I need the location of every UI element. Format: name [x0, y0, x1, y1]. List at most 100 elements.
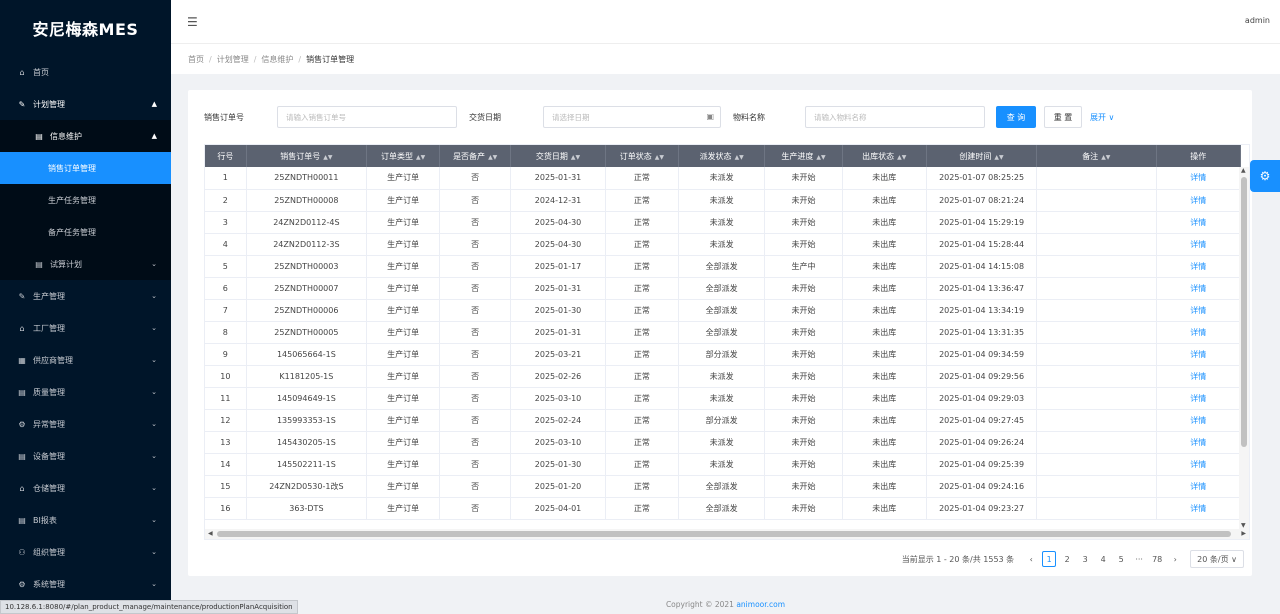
- sidebar-item-equipment[interactable]: ▤ 设备管理 ⌄: [0, 440, 171, 472]
- sidebar-item-info[interactable]: ▤ 信息维护 ▲: [0, 120, 171, 152]
- table-cell: 正常: [605, 387, 679, 410]
- detail-link[interactable]: 详情: [1156, 189, 1241, 212]
- table-cell: 未出库: [842, 211, 927, 234]
- detail-link[interactable]: 详情: [1156, 431, 1241, 454]
- sidebar-item-quality[interactable]: ▤ 质量管理 ⌄: [0, 376, 171, 408]
- table-cell: 2025-01-31: [510, 277, 606, 300]
- sidebar-item-sales-order[interactable]: 销售订单管理: [0, 152, 171, 184]
- col-dispatch-status[interactable]: 派发状态 ▲▼: [678, 145, 766, 167]
- col-order-type[interactable]: 订单类型 ▲▼: [366, 145, 441, 167]
- table-cell: 2025-02-24: [510, 409, 606, 432]
- settings-gear-icon[interactable]: ⚙: [1250, 160, 1280, 192]
- sidebar-item-factory[interactable]: ⌂ 工厂管理 ⌄: [0, 312, 171, 344]
- col-outbound-status[interactable]: 出库状态 ▲▼: [842, 145, 927, 167]
- detail-link[interactable]: 详情: [1156, 211, 1241, 234]
- sidebar-item-org[interactable]: ⚇ 组织管理 ⌄: [0, 536, 171, 568]
- sidebar-item-prep-task[interactable]: 备产任务管理: [0, 216, 171, 248]
- sidebar-item-trial-plan[interactable]: ▤ 试算计划 ⌄: [0, 248, 171, 280]
- material-input[interactable]: 请输入物料名称: [805, 106, 985, 128]
- col-is-prep[interactable]: 是否备产 ▲▼: [439, 145, 512, 167]
- reset-button[interactable]: 重 置: [1044, 106, 1082, 128]
- detail-link[interactable]: 详情: [1156, 255, 1241, 278]
- scroll-thumb[interactable]: [217, 531, 1231, 537]
- table-cell: 2025-01-30: [510, 453, 606, 476]
- detail-link[interactable]: 详情: [1156, 497, 1241, 520]
- search-button[interactable]: 查 询: [996, 106, 1036, 128]
- page-1[interactable]: 1: [1042, 551, 1057, 567]
- table-cell: 全部派发: [678, 299, 766, 322]
- detail-link[interactable]: 详情: [1156, 299, 1241, 322]
- breadcrumb-plan[interactable]: 计划管理: [217, 54, 249, 65]
- chevron-down-icon: ⌄: [151, 324, 157, 332]
- detail-link[interactable]: 详情: [1156, 167, 1241, 190]
- table-cell: 16: [205, 497, 247, 520]
- table-cell: 2025-03-10: [510, 431, 606, 454]
- menu-toggle-icon[interactable]: ☰: [187, 15, 198, 29]
- date-picker[interactable]: 请选择日期 ▣: [543, 106, 721, 128]
- vertical-scrollbar[interactable]: ▲ ▼: [1239, 167, 1249, 529]
- detail-link[interactable]: 详情: [1156, 277, 1241, 300]
- page-5[interactable]: 5: [1114, 551, 1128, 567]
- col-delivery-date[interactable]: 交货日期 ▲▼: [510, 145, 606, 167]
- table-row: 7 25ZNDTH00006 生产订单否 2025-01-30 正常 全部派发 未开始 未出库…: [205, 299, 1241, 322]
- col-order-no[interactable]: 销售订单号 ▲▼: [246, 145, 368, 167]
- detail-link[interactable]: 详情: [1156, 233, 1241, 256]
- table-cell: 生产订单: [366, 255, 441, 278]
- page-2[interactable]: 2: [1060, 551, 1074, 567]
- detail-link[interactable]: 详情: [1156, 409, 1241, 432]
- next-page-button[interactable]: ›: [1168, 551, 1182, 567]
- sidebar-item-warehouse[interactable]: ⌂ 仓储管理 ⌄: [0, 472, 171, 504]
- sidebar-item-home[interactable]: ⌂ 首页: [0, 56, 171, 88]
- page-4[interactable]: 4: [1096, 551, 1110, 567]
- user-menu[interactable]: admin: [1245, 16, 1270, 25]
- table-cell: [1036, 343, 1157, 366]
- detail-link[interactable]: 详情: [1156, 365, 1241, 388]
- prev-page-button[interactable]: ‹: [1024, 551, 1038, 567]
- table-cell: 生产订单: [366, 299, 441, 322]
- expand-toggle[interactable]: 展开 ∨: [1090, 112, 1114, 123]
- sidebar-item-system[interactable]: ⚙ 系统管理 ⌄: [0, 568, 171, 600]
- detail-link[interactable]: 详情: [1156, 387, 1241, 410]
- sidebar-item-plan[interactable]: ✎ 计划管理 ▲: [0, 88, 171, 120]
- scroll-right-icon: ▶: [1241, 530, 1246, 537]
- sidebar-item-label: 试算计划: [50, 259, 82, 269]
- order-no-input[interactable]: 请输入销售订单号: [277, 106, 457, 128]
- doc-icon: ▤: [18, 515, 26, 525]
- sidebar-item-production-task[interactable]: 生产任务管理: [0, 184, 171, 216]
- table-cell: 未出库: [842, 365, 927, 388]
- table-cell: 8: [205, 321, 247, 344]
- sidebar-item-bi[interactable]: ▤ BI报表 ⌄: [0, 504, 171, 536]
- table-cell: [1036, 277, 1157, 300]
- table-cell: 全部派发: [678, 497, 766, 520]
- pagination-summary: 当前显示 1 - 20 条/共 1553 条: [901, 554, 1015, 564]
- page-size-select[interactable]: 20 条/页 ∨: [1190, 550, 1244, 568]
- detail-link[interactable]: 详情: [1156, 343, 1241, 366]
- doc-icon: ▤: [18, 387, 26, 397]
- page-78[interactable]: 78: [1150, 551, 1164, 567]
- scroll-up-icon: ▲: [1241, 167, 1246, 174]
- horizontal-scrollbar[interactable]: ◀ ▶: [205, 529, 1249, 539]
- detail-link[interactable]: 详情: [1156, 321, 1241, 344]
- sidebar-item-label: 首页: [33, 67, 49, 77]
- table-cell: 未出库: [842, 475, 927, 498]
- footer-brand[interactable]: animoor.com: [736, 600, 785, 609]
- sidebar-item-label: 生产任务管理: [48, 195, 96, 205]
- col-progress[interactable]: 生产进度 ▲▼: [764, 145, 843, 167]
- detail-link[interactable]: 详情: [1156, 475, 1241, 498]
- table-cell: 3: [205, 211, 247, 234]
- page-3[interactable]: 3: [1078, 551, 1092, 567]
- table-cell: 否: [439, 167, 512, 190]
- sidebar-item-supplier[interactable]: ▦ 供应商管理 ⌄: [0, 344, 171, 376]
- table-cell: 12: [205, 409, 247, 432]
- breadcrumb-info[interactable]: 信息维护: [261, 54, 293, 65]
- col-remark[interactable]: 备注 ▲▼: [1036, 145, 1157, 167]
- col-created-time[interactable]: 创建时间 ▲▼: [926, 145, 1038, 167]
- scroll-thumb[interactable]: [1241, 177, 1247, 447]
- col-order-status[interactable]: 订单状态 ▲▼: [605, 145, 679, 167]
- table-row: 8 25ZNDTH00005 生产订单否 2025-01-31 正常 全部派发 未开始 未出库…: [205, 321, 1241, 344]
- detail-link[interactable]: 详情: [1156, 453, 1241, 476]
- page-ellipsis[interactable]: ···: [1132, 551, 1146, 567]
- breadcrumb-home[interactable]: 首页: [188, 54, 204, 65]
- sidebar-item-production[interactable]: ✎ 生产管理 ⌄: [0, 280, 171, 312]
- sidebar-item-exception[interactable]: ⚙ 异常管理 ⌄: [0, 408, 171, 440]
